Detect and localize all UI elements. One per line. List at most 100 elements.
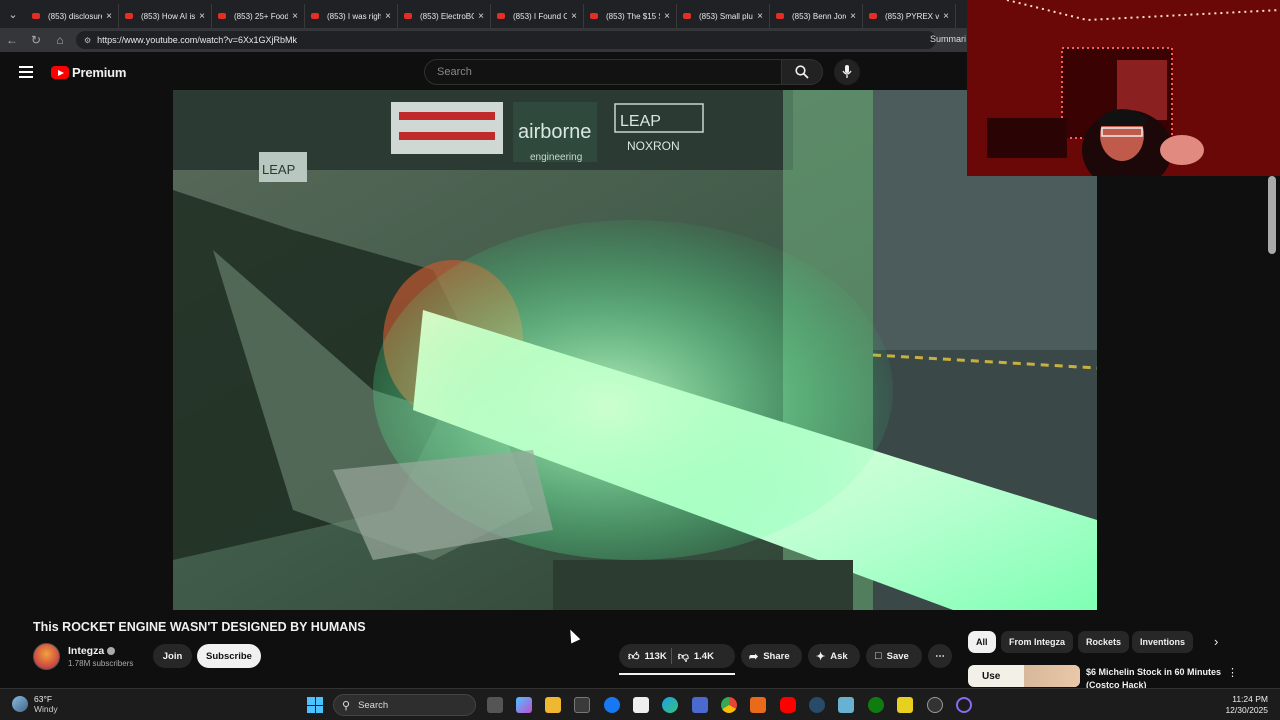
url-field[interactable]: ⚙ https://www.youtube.com/watch?v=6Xx1GX… [76,31,936,49]
share-label: Share [763,650,790,662]
like-ratio-bar [619,673,735,675]
chrome-icon[interactable] [721,697,737,713]
thumbs-down-icon: 👎︎ [677,650,689,663]
browser-tab[interactable]: (853) How AI is × [119,4,212,28]
browser-tab[interactable]: (853) disclosure × [26,4,119,28]
webcam-overlay [967,0,1280,176]
search-icon: ⚲ [342,699,351,712]
vlc-icon[interactable] [750,697,766,713]
related-video-thumbnail[interactable]: Use [968,665,1080,687]
video-player[interactable]: airborne engineering LEAP NOXRON LEAP [173,90,1097,610]
mouse-pointer-icon [565,627,581,644]
weather-widget[interactable]: 63°F Windy [12,694,58,714]
related-video-title[interactable]: $6 Michelin Stock in 60 Minutes (Costco … [1086,666,1226,688]
search-input[interactable]: Search [424,59,782,85]
tab-close-icon[interactable]: × [478,11,484,22]
tab-list: (853) disclosure × (853) How AI is × (853) 2… [26,0,956,28]
voice-search-button[interactable] [834,59,860,85]
tab-close-icon[interactable]: × [943,11,949,22]
obs-icon[interactable] [956,697,972,713]
xbox-icon[interactable] [868,697,884,713]
channel-name[interactable]: Integza [68,645,116,657]
tab-search-chevron-icon[interactable]: ⌄ [0,0,26,28]
tab-close-icon[interactable]: × [757,11,763,22]
reload-icon[interactable]: ↻ [24,33,48,47]
steam-icon[interactable] [809,697,825,713]
copilot-icon[interactable] [516,697,532,713]
search-button[interactable] [781,59,823,85]
site-info-icon[interactable]: ⚙ [84,36,91,45]
microphone-icon [842,65,852,78]
page-scrollbar[interactable] [1268,176,1276,254]
tab-close-icon[interactable]: × [106,11,112,22]
tab-close-icon[interactable]: × [199,11,205,22]
sparkle-icon: ✦ [816,650,826,663]
webcam-image [967,0,1280,176]
tab-close-icon[interactable]: × [571,11,577,22]
tab-close-icon[interactable]: × [292,11,298,22]
like-ratio-fill [619,673,735,675]
youtube-favicon-icon [683,13,691,19]
back-icon[interactable]: ← [0,33,24,47]
video-frame: airborne engineering LEAP NOXRON LEAP [173,90,1097,610]
subscribe-button[interactable]: Subscribe [197,644,261,668]
browser-tab[interactable]: (853) Benn Jord × [770,4,863,28]
thumbnail-text: Use [982,671,1001,682]
dislike-count: 1.4K [693,650,714,662]
tab-title: (853) The $15 S [606,11,661,21]
chip-from-integza[interactable]: From Integza [1001,631,1074,653]
like-button[interactable]: 👍︎ 113K [619,644,667,668]
bookmark-icon: □ [875,650,882,662]
video-sign-leap: LEAP [262,162,295,177]
youtube-icon[interactable] [780,697,796,713]
home-icon[interactable]: ⌂ [48,33,72,47]
facebook-icon[interactable] [604,697,620,713]
browser-tab[interactable]: (853) 25+ Food × [212,4,305,28]
guide-menu-icon[interactable] [19,66,33,78]
summarize-button[interactable]: Summari [930,34,966,44]
tab-close-icon[interactable]: × [664,11,670,22]
youtube-favicon-icon [497,13,505,19]
browser-tab[interactable]: (853) ElectroBO × [398,4,491,28]
browser-tab[interactable]: (853) I Found O × [491,4,584,28]
tab-close-icon[interactable]: × [850,11,856,22]
system-clock[interactable]: 11:24 PM 12/30/2025 [1224,694,1268,716]
more-actions-button[interactable]: ⋯ [928,644,952,668]
chip-rockets[interactable]: Rockets [1078,631,1130,653]
youtube-favicon-icon [311,13,319,19]
channel-avatar[interactable] [33,643,60,670]
tab-title: (853) PYREX vs [885,11,940,21]
thumbnail-face [1024,665,1080,687]
sticky-notes-icon[interactable] [897,697,913,713]
taskbar-search[interactable]: ⚲ Search [333,694,476,716]
chip-all[interactable]: All [968,631,996,653]
youtube-favicon-icon [404,13,412,19]
dislike-button[interactable]: 👎︎ 1.4K [676,644,714,668]
settings-icon[interactable] [927,697,943,713]
youtube-premium-logo[interactable]: Premium [51,65,126,80]
verified-badge-icon [107,647,116,655]
calculator-icon[interactable] [692,697,708,713]
task-view-icon[interactable] [487,697,503,713]
browser-tab[interactable]: (853) The $15 S × [584,4,677,28]
chip-inventions[interactable]: Inventions [1132,631,1194,653]
tab-close-icon[interactable]: × [385,11,391,22]
more-vertical-icon[interactable]: ⋮ [1227,666,1238,679]
edge-icon[interactable] [662,697,678,713]
share-button[interactable]: ➦ Share [741,644,802,668]
app-icon[interactable] [838,697,854,713]
windows-start-icon[interactable] [307,697,323,713]
browser-tab[interactable]: (853) Small plu × [677,4,770,28]
file-explorer-icon[interactable] [545,697,561,713]
join-button[interactable]: Join [153,644,192,668]
save-button[interactable]: □ Save [866,644,922,668]
chevron-right-icon[interactable]: › [1214,634,1218,649]
ask-button[interactable]: ✦ Ask [808,644,860,668]
browser-tab[interactable]: (853) PYREX vs × [863,4,956,28]
taskbar: 63°F Windy ⚲ Search 11:24 PM 12/30/2025 [0,688,1280,720]
video-sign-airborne: airborne [518,121,591,143]
youtube-play-icon [51,66,69,79]
store-icon[interactable] [574,697,590,713]
amazon-icon[interactable] [633,697,649,713]
browser-tab[interactable]: (853) I was righ × [305,4,398,28]
